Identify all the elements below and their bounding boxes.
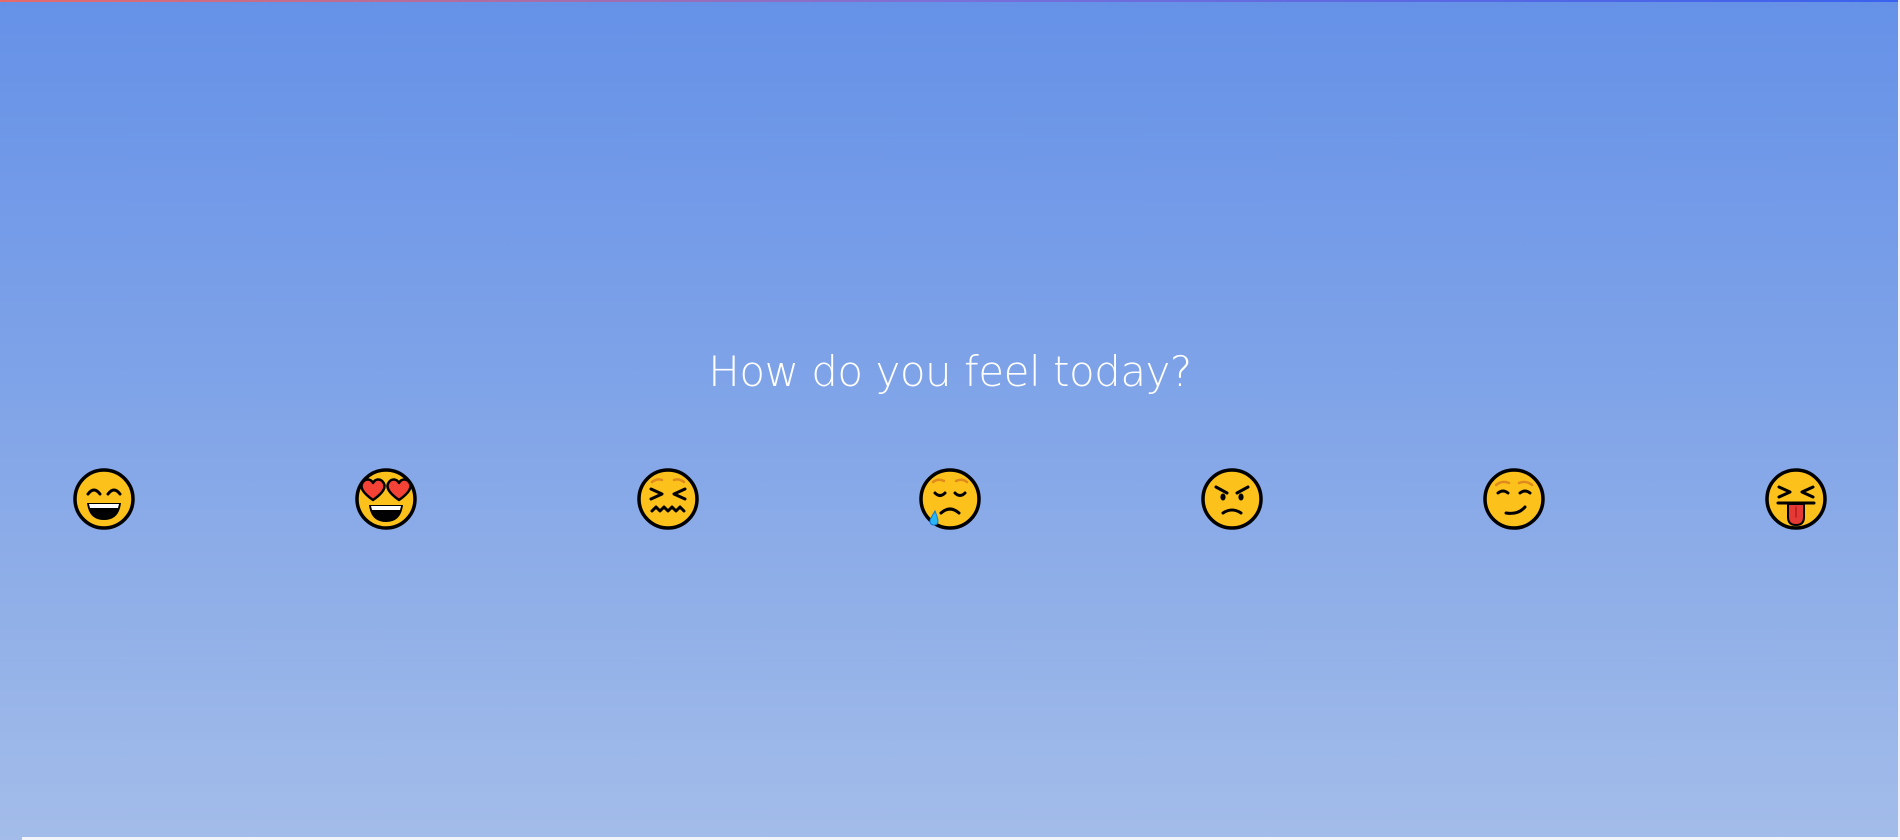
mood-question: How do you feel today?: [708, 347, 1192, 396]
emoji-option-confounded[interactable]: [636, 467, 700, 531]
emoji-option-smirking[interactable]: [1482, 467, 1546, 531]
emoji-option-angry[interactable]: [1200, 467, 1264, 531]
grinning-face-with-smiling-eyes-icon: [73, 468, 135, 530]
emoji-options: [0, 467, 1900, 531]
mood-page: How do you feel today?: [0, 0, 1900, 840]
angry-face-icon: [1201, 468, 1263, 530]
top-accent-strip: [0, 0, 1900, 2]
smirking-face-icon: [1483, 468, 1545, 530]
confounded-face-icon: [637, 468, 699, 530]
emoji-option-tongue-out[interactable]: [1764, 467, 1828, 531]
smiling-face-with-heart-eyes-icon: [355, 468, 417, 530]
squinting-face-with-tongue-icon: [1765, 468, 1827, 530]
emoji-option-sleepy[interactable]: [918, 467, 982, 531]
emoji-option-heart-eyes[interactable]: [354, 467, 418, 531]
emoji-option-grinning[interactable]: [72, 467, 136, 531]
sleepy-face-icon: [919, 468, 981, 530]
